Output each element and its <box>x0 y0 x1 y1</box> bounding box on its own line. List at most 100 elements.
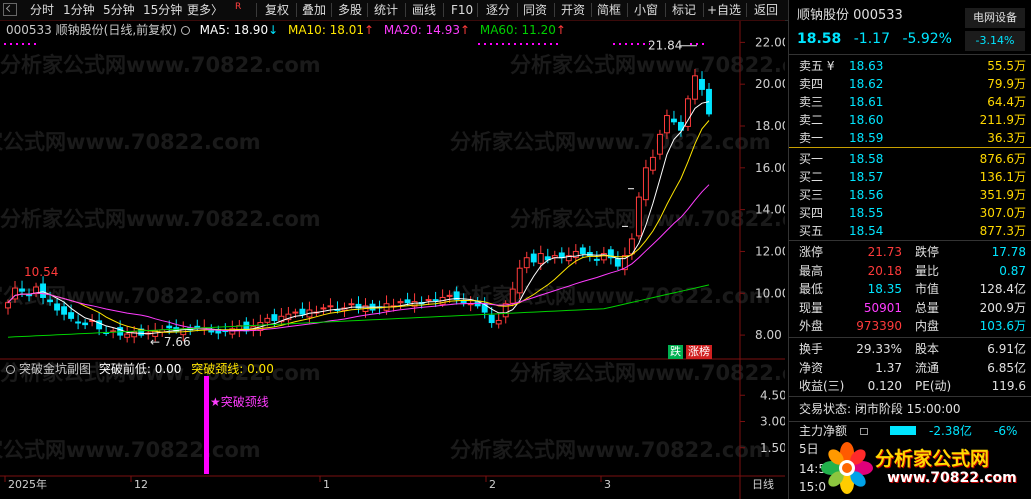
ask-price: 18.60 <box>849 113 884 127</box>
candle-body <box>460 300 467 303</box>
quote-change: -1.17 <box>853 31 890 47</box>
watermark-text: 分析家公式网www.70822.com <box>0 284 261 308</box>
stat-row: 最低 18.35 市值 128.4亿 <box>789 280 1031 298</box>
candle-body <box>642 167 649 201</box>
sub-settings-icon[interactable] <box>6 365 15 374</box>
sub-signal-bar <box>204 376 209 474</box>
x-tick-label: 12 <box>134 478 148 491</box>
y-tick-label: 8.00 <box>755 328 782 342</box>
sector-pct: -3.14% <box>965 31 1025 51</box>
stat-label: PE(动) <box>915 379 952 394</box>
bid-volume: 136.1万 <box>979 170 1026 184</box>
stat-row: 收益(三) 0.120 PE(动) 119.6 <box>789 377 1031 395</box>
stat-row: 现量 50901 总量 200.9万 <box>789 299 1031 317</box>
ask-price: 18.59 <box>849 131 884 145</box>
stat-value: 1.37 <box>875 360 902 375</box>
quote-price: 18.58 <box>797 31 842 47</box>
x-axis-period-label: 日线 <box>752 477 774 491</box>
candle-body <box>530 253 537 263</box>
candle-body <box>26 294 32 297</box>
y-tick-label: 20.00 <box>755 77 785 91</box>
sub-y-tick-label: 1.50 <box>760 441 785 455</box>
watermark-text: 分析家公式网www.70822.com <box>450 130 771 154</box>
y-tick-label: 16.00 <box>755 161 785 175</box>
ask-label: 卖四 <box>799 77 824 91</box>
stat-value: 973390 <box>856 319 902 334</box>
candle-body <box>271 314 278 321</box>
stat-value: 128.4亿 <box>979 282 1026 297</box>
candle-body <box>327 305 334 308</box>
stat-label: 外盘 <box>799 319 824 334</box>
day-label: 5日 <box>799 442 819 456</box>
candle-body <box>47 299 54 303</box>
sub-neckline: 突破颈线: 0.00 <box>191 362 274 376</box>
ask-price: 18.63 <box>849 59 884 73</box>
watermark-text: 分析家公式网www.70822.com <box>510 361 785 385</box>
candle-body <box>593 258 600 261</box>
quote-code: 000533 <box>853 8 903 23</box>
candle-body <box>75 321 82 324</box>
bid-row: 买三 18.56 351.9万 <box>789 186 1031 204</box>
stat-label: 流通 <box>915 360 940 375</box>
candle-body <box>579 247 586 255</box>
ask-row: 卖五 ¥ 18.63 55.5万 <box>789 57 1031 75</box>
stat-value: 29.33% <box>856 342 902 356</box>
sector-link[interactable]: 电网设备 <box>965 8 1025 28</box>
stat-value: 119.6 <box>991 379 1026 394</box>
bid-price: 18.54 <box>849 224 884 238</box>
candle-body <box>516 267 523 294</box>
stat-row: 外盘 973390 内盘 103.6万 <box>789 317 1031 335</box>
bid-row: 买一 18.58 876.6万 <box>789 150 1031 168</box>
left-high-label: 10.54 <box>24 265 58 279</box>
x-tick-label: 1 <box>323 478 330 491</box>
candle-body <box>19 288 25 292</box>
watermark-text: 分析家公式网www.70822.com <box>510 53 785 77</box>
candle-body <box>425 299 432 302</box>
stat-value: 21.73 <box>867 245 902 259</box>
stat-value: 6.91亿 <box>987 342 1026 356</box>
candle-body <box>656 133 663 155</box>
main-flow-label: 主力净额 <box>799 424 848 438</box>
candle-body <box>537 253 544 264</box>
flow-detail-icon[interactable] <box>860 428 868 435</box>
main-flow-bar <box>890 426 916 435</box>
ask-volume: 79.9万 <box>987 77 1026 91</box>
candle-body <box>495 319 502 325</box>
watermark-text: 分析家公式网www.70822.com <box>450 284 771 308</box>
chart-grid <box>0 20 785 499</box>
kline-chart[interactable]: 分析家公式网www.70822.com 分析家公式网www.70822.com 分析… <box>0 0 785 499</box>
bid-row: 买二 18.57 136.1万 <box>789 168 1031 186</box>
stat-value: 200.9万 <box>979 300 1026 315</box>
logo-text: 分析家公式网 <box>875 448 990 470</box>
candle-body <box>446 294 453 297</box>
candle-body <box>82 322 89 326</box>
y-tick-label: 10.00 <box>755 286 785 300</box>
stat-label: 净资 <box>799 360 824 375</box>
watermark-text: 分析家公式网www.70822.com <box>0 130 261 154</box>
stat-label: 跌停 <box>915 245 940 259</box>
badge-bang: 涨榜 <box>686 345 712 359</box>
sub-y-tick-label: 4.50 <box>760 388 785 402</box>
stat-label: 涨停 <box>799 245 824 259</box>
flower-logo-icon <box>821 442 873 494</box>
stat-value: 20.18 <box>867 263 902 278</box>
stat-label: 收益(三) <box>799 379 845 394</box>
y-tick-label: 14.00 <box>755 203 785 217</box>
quote-name: 顺钠股份 <box>797 8 850 23</box>
candle-body <box>670 118 677 123</box>
candle-body <box>292 311 299 314</box>
bid-label: 买二 <box>799 170 824 184</box>
sub-info-line: 突破金坑副图 突破前低: 0.00 突破颈线: 0.00 <box>6 361 274 377</box>
bid-volume: 351.9万 <box>979 188 1026 202</box>
stat-label: 量比 <box>915 263 940 278</box>
stat-row: 涨停 21.73 跌停 17.78 <box>789 243 1031 261</box>
stat-label: 总量 <box>915 300 940 315</box>
logo-url: www.70822.com <box>887 470 1017 486</box>
stat-label: 换手 <box>799 342 824 356</box>
ask-volume: 55.5万 <box>987 59 1026 73</box>
ask-volume: 36.3万 <box>987 131 1026 145</box>
main-flow-value: -2.38亿 <box>929 424 973 438</box>
bid-row: 买五 18.54 877.3万 <box>789 222 1031 240</box>
bid-row: 买四 18.55 307.0万 <box>789 204 1031 222</box>
watermark-text: 分析家公式网www.70822.com <box>0 207 321 231</box>
